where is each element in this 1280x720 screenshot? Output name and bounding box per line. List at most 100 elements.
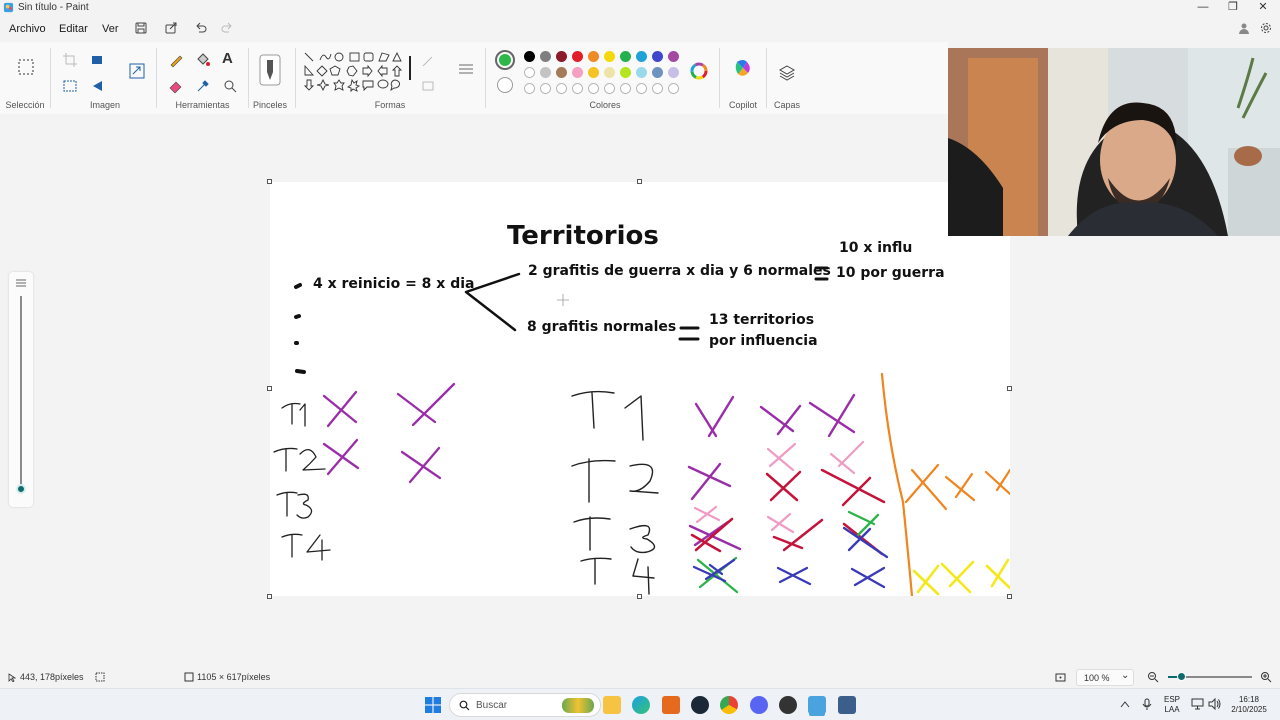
color-swatch[interactable] xyxy=(604,67,615,78)
menu-ver[interactable]: Ver xyxy=(102,23,119,35)
color-swatch[interactable] xyxy=(652,67,663,78)
layers-icon[interactable] xyxy=(778,64,796,82)
redo-icon[interactable] xyxy=(220,21,234,35)
windows-start-icon[interactable] xyxy=(425,697,441,713)
brush-icon[interactable] xyxy=(259,54,281,86)
minimize-button[interactable]: — xyxy=(1188,0,1218,16)
color-swatch[interactable] xyxy=(524,67,535,78)
custom-color-slot[interactable] xyxy=(556,83,567,94)
pencil-icon[interactable] xyxy=(168,52,184,68)
color-swatch[interactable] xyxy=(636,51,647,62)
size-icon[interactable] xyxy=(457,60,475,78)
color-swatch[interactable] xyxy=(604,51,615,62)
file-explorer-icon[interactable] xyxy=(603,696,621,714)
copilot-icon[interactable] xyxy=(733,58,753,78)
color-swatch[interactable] xyxy=(620,51,631,62)
eraser-icon[interactable] xyxy=(168,78,184,94)
color-swatch[interactable] xyxy=(636,67,647,78)
zoom-dropdown[interactable]: 100 % ⌄ xyxy=(1076,669,1134,686)
color-swatch[interactable] xyxy=(588,67,599,78)
color-swatch[interactable] xyxy=(588,51,599,62)
chrome-icon[interactable] xyxy=(720,696,738,714)
color-wheel-icon[interactable] xyxy=(690,62,708,80)
custom-color-slot[interactable] xyxy=(620,83,631,94)
rotate-icon[interactable] xyxy=(90,78,106,94)
color-swatch[interactable] xyxy=(572,67,583,78)
primary-color-indicator[interactable] xyxy=(495,50,515,70)
clock-time[interactable]: 16:18 xyxy=(1228,695,1270,705)
bullet-marks xyxy=(294,283,306,374)
color-swatch[interactable] xyxy=(556,51,567,62)
custom-color-slot[interactable] xyxy=(668,83,679,94)
resize-handle-bl[interactable] xyxy=(267,594,272,599)
app-dark-icon[interactable] xyxy=(779,696,797,714)
network-icon[interactable] xyxy=(1191,698,1204,710)
zoom-out-icon[interactable] xyxy=(1147,671,1159,683)
calculator-icon[interactable] xyxy=(838,696,856,714)
settings-icon[interactable] xyxy=(1260,22,1272,34)
steam-icon[interactable] xyxy=(691,696,709,714)
app-orange-icon[interactable] xyxy=(662,696,680,714)
color-picker-icon[interactable] xyxy=(195,78,211,94)
color-swatch[interactable] xyxy=(524,51,535,62)
resize-handle-r[interactable] xyxy=(1007,386,1012,391)
color-swatch[interactable] xyxy=(620,67,631,78)
taskbar-search-box[interactable]: Buscar xyxy=(449,693,601,717)
fill-icon[interactable] xyxy=(195,52,211,68)
vertical-brush-size-slider[interactable] xyxy=(9,272,33,507)
close-button[interactable]: ✕ xyxy=(1248,0,1278,16)
resize-handle-tl[interactable] xyxy=(267,179,272,184)
volume-icon[interactable] xyxy=(1208,698,1221,710)
fill-shape-icon[interactable] xyxy=(420,78,436,94)
undo-icon[interactable] xyxy=(194,21,208,35)
image-select-icon[interactable] xyxy=(62,78,78,94)
color-swatch[interactable] xyxy=(540,51,551,62)
slider-thumb[interactable] xyxy=(16,484,26,494)
discord-icon[interactable] xyxy=(750,696,768,714)
tray-chevron-up-icon[interactable] xyxy=(1120,700,1130,708)
color-swatch[interactable] xyxy=(556,67,567,78)
maximize-button[interactable]: ❐ xyxy=(1218,0,1248,16)
image-resize-icon[interactable] xyxy=(128,62,146,80)
custom-color-slot[interactable] xyxy=(524,83,535,94)
custom-color-slot[interactable] xyxy=(540,83,551,94)
menu-archivo[interactable]: Archivo xyxy=(9,23,46,35)
zoom-slider-thumb[interactable] xyxy=(1177,672,1186,681)
menu-editar[interactable]: Editar xyxy=(59,23,88,35)
text-tool-icon[interactable]: A xyxy=(222,50,238,67)
secondary-color-indicator[interactable] xyxy=(497,77,513,93)
fit-to-window-icon[interactable] xyxy=(1055,672,1066,683)
clock-date[interactable]: 2/10/2025 xyxy=(1226,705,1272,715)
resize-handle-br[interactable] xyxy=(1007,594,1012,599)
shapes-gallery[interactable] xyxy=(302,50,408,98)
custom-color-slot[interactable] xyxy=(604,83,615,94)
microphone-icon[interactable] xyxy=(1142,698,1152,711)
edge-browser-icon[interactable] xyxy=(632,696,650,714)
color-swatch[interactable] xyxy=(572,51,583,62)
outline-icon[interactable] xyxy=(420,54,436,70)
custom-color-slot[interactable] xyxy=(588,83,599,94)
keyboard-layout[interactable]: LAA xyxy=(1161,705,1183,715)
crop-icon[interactable] xyxy=(62,52,78,68)
resize-icon[interactable] xyxy=(90,52,106,68)
magnifier-icon[interactable] xyxy=(222,78,238,94)
drawing-canvas[interactable]: Territorios 4 x reinicio = 8 x dia 2 gra… xyxy=(270,182,1010,596)
group-label-colores: Colores xyxy=(589,100,621,110)
share-icon[interactable] xyxy=(164,21,178,35)
color-swatch[interactable] xyxy=(540,67,551,78)
color-swatch[interactable] xyxy=(668,51,679,62)
color-swatch[interactable] xyxy=(652,51,663,62)
account-icon[interactable] xyxy=(1238,22,1250,34)
selection-icon[interactable] xyxy=(17,58,35,76)
custom-color-slot[interactable] xyxy=(636,83,647,94)
paint-taskbar-icon[interactable] xyxy=(808,696,826,714)
save-icon[interactable] xyxy=(134,21,148,35)
resize-handle-l[interactable] xyxy=(267,386,272,391)
zoom-in-icon[interactable] xyxy=(1260,671,1272,683)
resize-handle-b[interactable] xyxy=(637,594,642,599)
language-code[interactable]: ESP xyxy=(1161,695,1183,705)
custom-color-slot[interactable] xyxy=(572,83,583,94)
resize-handle-t[interactable] xyxy=(637,179,642,184)
custom-color-slot[interactable] xyxy=(652,83,663,94)
color-swatch[interactable] xyxy=(668,67,679,78)
